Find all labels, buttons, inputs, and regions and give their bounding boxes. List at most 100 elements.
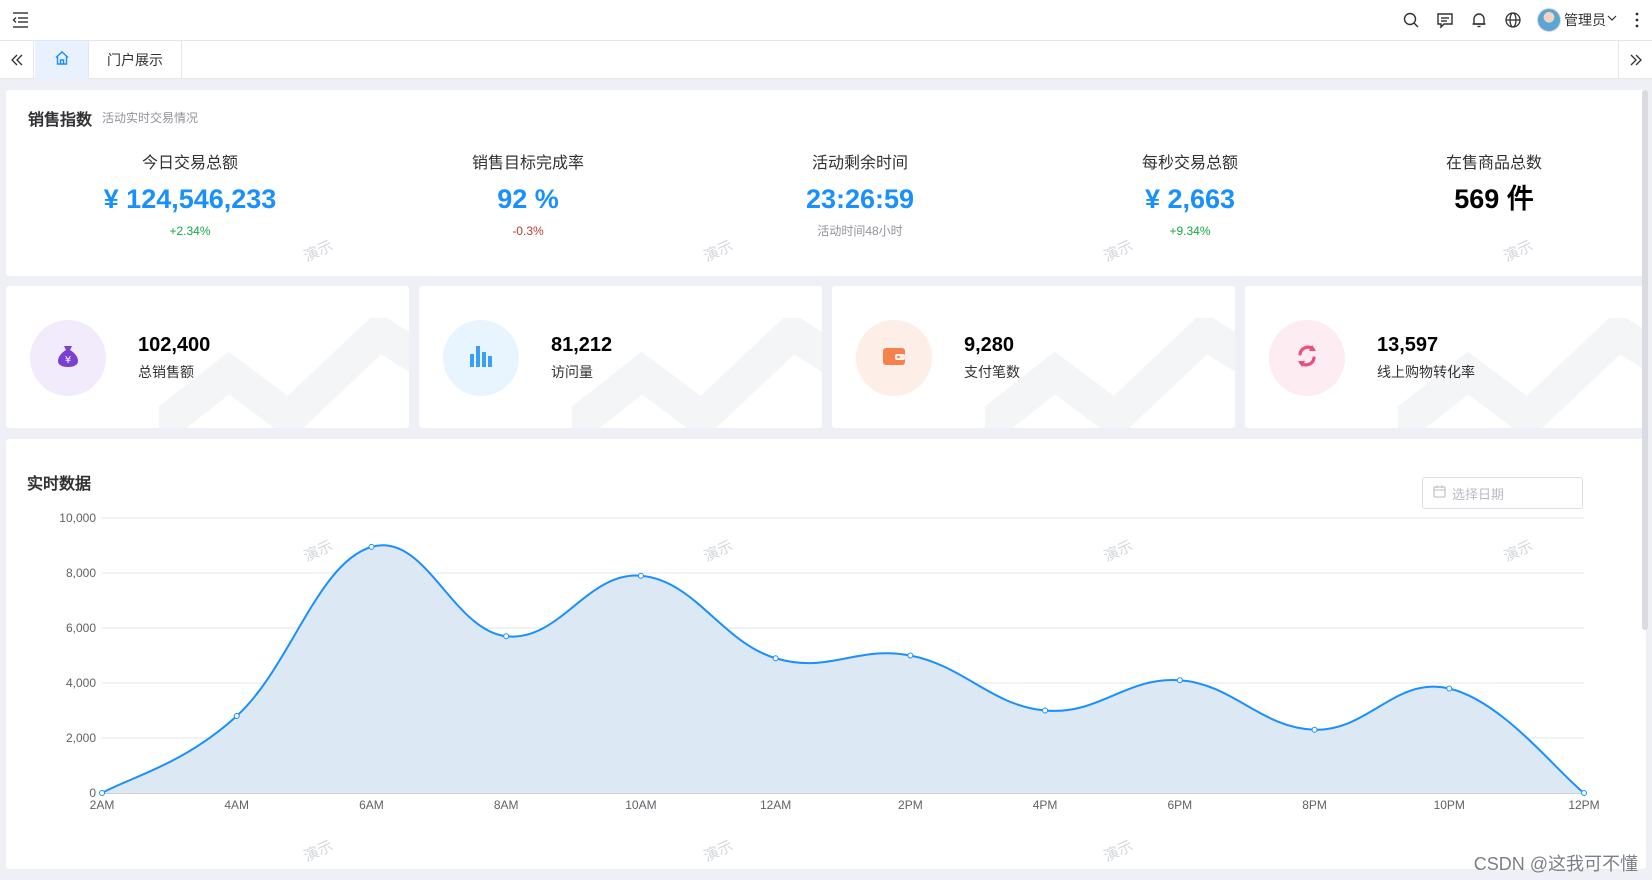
globe-icon[interactable]: [1503, 10, 1523, 30]
stat-card-total-sales: ¥ 102,400 总销售额: [6, 286, 409, 428]
chart-title: 实时数据: [27, 476, 92, 493]
search-icon[interactable]: [1401, 10, 1421, 30]
metric-target-rate: 销售目标完成率 92 % -0.3%: [364, 153, 692, 239]
source-credit: CSDN @这我可不懂: [1473, 854, 1638, 874]
realtime-data-card: 0 2,000 4,000 6,000 8,000 10,000 2AM 4AM 6AM 8AM 1…: [6, 439, 1646, 869]
stat-value: 102,400: [138, 334, 211, 356]
series-area: [102, 545, 1584, 793]
realtime-area-chart: 02,0004,0006,0008,00010,0002AM 4AM 6AM 8AM 1…: [59, 511, 1599, 812]
svg-text:¥: ¥: [65, 355, 71, 366]
metric-value: 569 件: [1454, 184, 1534, 214]
y-tick-label: 10,000: [59, 511, 96, 525]
x-tick-label: 10PM: [1434, 798, 1465, 812]
data-point: [368, 543, 375, 550]
data-point: [503, 633, 510, 640]
money-bag-icon: ¥: [54, 342, 82, 375]
y-tick-label: 6,000: [66, 621, 96, 635]
data-point: [637, 572, 644, 579]
avatar: [1537, 8, 1561, 32]
stat-icon-circle: [443, 320, 519, 396]
x-tick-label: 2PM: [898, 798, 923, 812]
bar-chart-icon: [467, 342, 495, 375]
user-menu[interactable]: 管理员: [1537, 8, 1618, 32]
data-point: [1311, 726, 1318, 733]
page-scrollbar[interactable]: [1642, 90, 1648, 630]
date-picker[interactable]: 选择日期: [1422, 477, 1583, 509]
stat-value: 81,212: [551, 334, 613, 356]
metric-label: 在售商品总数: [1445, 155, 1542, 172]
home-icon: [54, 50, 70, 71]
metric-per-second: 每秒交易总额 ¥ 2,663 +9.34%: [1026, 153, 1354, 239]
stat-label: 访问量: [551, 364, 593, 380]
y-tick-label: 4,000: [66, 676, 96, 690]
x-tick-label: 4PM: [1033, 798, 1058, 812]
stat-card-payments: 9,280 支付笔数: [832, 286, 1235, 428]
metric-value: ¥ 124,546,233: [103, 184, 277, 214]
sales-title: 销售指数: [28, 112, 93, 129]
user-name: 管理员: [1564, 12, 1606, 28]
tabs-bar: 门户展示: [0, 41, 1652, 79]
stat-label: 支付笔数: [964, 364, 1020, 380]
top-bar: 管理员: [0, 0, 1652, 41]
x-tick-label: 6PM: [1167, 798, 1192, 812]
data-point: [99, 790, 105, 796]
metric-change: -0.3%: [512, 224, 544, 238]
sales-subtitle: 活动实时交易情况: [102, 111, 199, 125]
message-icon[interactable]: [1435, 10, 1455, 30]
stat-icon-circle: [1269, 320, 1345, 396]
x-tick-label: 12AM: [760, 798, 791, 812]
data-point: [1176, 677, 1183, 684]
data-point: [1446, 685, 1453, 692]
x-tick-label: 8AM: [494, 798, 519, 812]
data-point: [233, 713, 240, 719]
data-point: [1042, 707, 1049, 714]
tabs-scroll-left-icon[interactable]: [0, 41, 34, 79]
data-point: [772, 655, 779, 662]
stat-value: 13,597: [1377, 334, 1439, 356]
metric-value: ¥ 2,663: [1144, 184, 1236, 214]
x-tick-label: 8PM: [1302, 798, 1327, 812]
decorative-chevron-background: [985, 318, 1235, 428]
x-tick-label: 2AM: [90, 798, 115, 812]
data-point: [907, 652, 914, 659]
metric-today-total: 今日交易总额 ¥ 124,546,233 +2.34%: [26, 153, 354, 239]
stat-label: 线上购物转化率: [1377, 364, 1475, 380]
metric-label: 今日交易总额: [141, 155, 238, 172]
stat-icon-circle: [856, 320, 932, 396]
tabs-scroll-right-icon[interactable]: [1618, 41, 1652, 79]
more-vertical-icon[interactable]: [1628, 10, 1646, 30]
metric-products-on-sale: 在售商品总数 569 件: [1330, 153, 1646, 239]
x-tick-label: 10AM: [625, 798, 656, 812]
stat-label: 总销售额: [138, 364, 194, 380]
metric-change: +9.34%: [1169, 224, 1211, 238]
stat-icon-circle: ¥: [30, 320, 106, 396]
date-placeholder: 选择日期: [1452, 486, 1505, 502]
x-tick-label: 12PM: [1568, 798, 1599, 812]
x-tick-label: 4AM: [224, 798, 249, 812]
metric-note: 活动时间48小时: [817, 224, 903, 238]
wallet-icon: [880, 342, 908, 375]
tab-portal[interactable]: 门户展示: [89, 41, 182, 79]
menu-fold-icon[interactable]: [10, 8, 32, 30]
y-tick-label: 2,000: [66, 731, 96, 745]
sales-index-card: 销售指数 活动实时交易情况 今日交易总额 ¥ 124,546,233 +2.34…: [6, 90, 1646, 276]
data-point: [1581, 790, 1587, 796]
chevron-down-icon: [1606, 11, 1618, 29]
metric-label: 销售目标完成率: [471, 155, 584, 172]
x-tick-label: 6AM: [359, 798, 384, 812]
metric-value: 92 %: [497, 184, 559, 214]
calendar-icon: [1433, 485, 1446, 501]
metric-change: +2.34%: [169, 224, 211, 238]
stat-card-visits: 81,212 访问量: [419, 286, 822, 428]
stat-value: 9,280: [964, 334, 1015, 356]
refresh-icon: [1293, 342, 1321, 375]
metric-value: 23:26:59: [805, 184, 915, 214]
stat-card-conversion: 13,597 线上购物转化率: [1245, 286, 1648, 428]
metric-label: 每秒交易总额: [1141, 155, 1238, 172]
metric-remaining-time: 活动剩余时间 23:26:59 活动时间48小时: [696, 153, 1024, 239]
tab-home[interactable]: [35, 41, 89, 79]
bell-icon[interactable]: [1469, 10, 1489, 30]
metric-label: 活动剩余时间: [811, 155, 908, 172]
y-tick-label: 8,000: [66, 566, 96, 580]
metric-note: [1330, 223, 1646, 239]
